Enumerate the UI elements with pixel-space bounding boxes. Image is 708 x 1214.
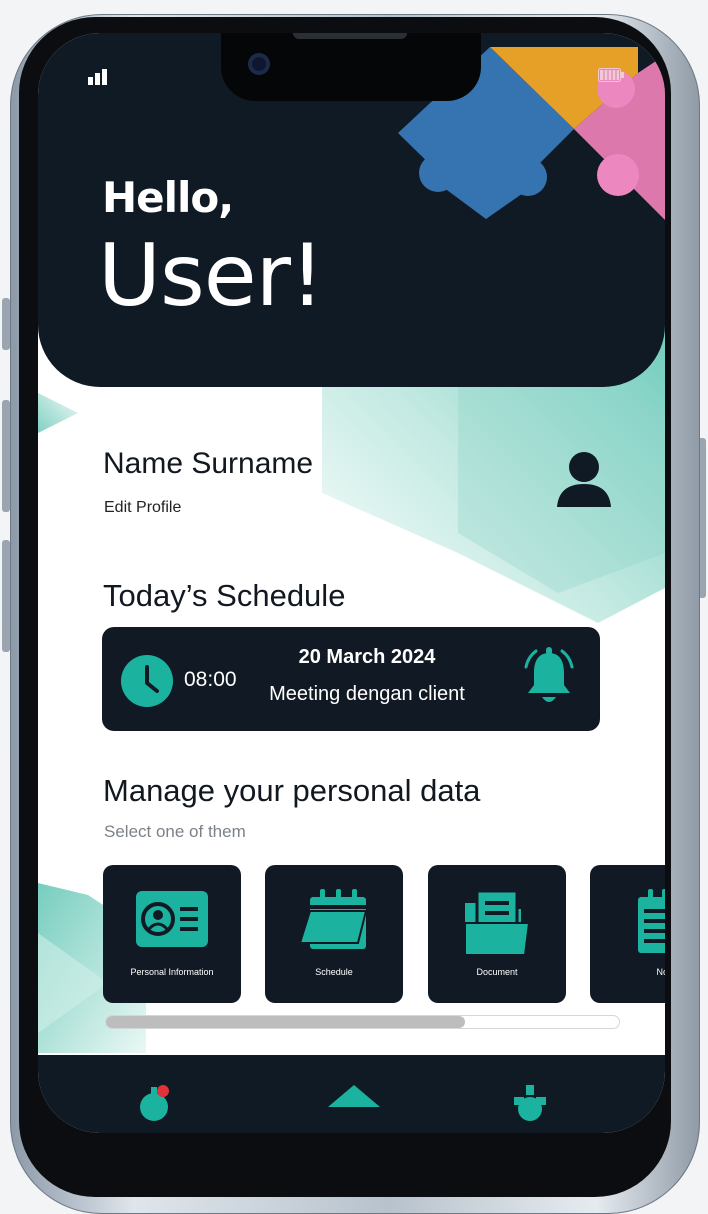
calendar-icon — [298, 889, 368, 949]
battery-icon — [598, 68, 624, 82]
card-personal-information[interactable]: Personal Information — [103, 865, 241, 1003]
card-label: Schedule — [315, 967, 353, 977]
app-screen: Hello, User! Name Surname Edit Profile T… — [38, 33, 665, 1133]
folder-icon — [464, 889, 531, 956]
greeting-line1: Hello, — [102, 173, 234, 222]
bottom-navigation — [38, 1055, 665, 1133]
home-icon[interactable] — [324, 1081, 384, 1121]
side-button — [2, 298, 10, 350]
personal-data-section-title: Manage your personal data — [103, 773, 481, 808]
schedule-card[interactable]: 08:00 20 March 2024 Meeting dengan clien… — [102, 627, 600, 731]
card-document[interactable]: Document — [428, 865, 566, 1003]
greeting-line2: User! — [98, 226, 324, 326]
personal-data-subtitle: Select one of them — [104, 822, 246, 841]
personal-data-cards: Personal Information Schedule Document N — [103, 865, 665, 1005]
cards-scrollbar[interactable] — [105, 1015, 620, 1029]
cards-scrollbar-thumb[interactable] — [106, 1016, 465, 1028]
settings-icon[interactable] — [510, 1081, 550, 1121]
card-label: Document — [476, 967, 518, 977]
edit-profile-link[interactable]: Edit Profile — [104, 499, 181, 517]
avatar-icon[interactable] — [555, 451, 613, 509]
schedule-section-title: Today’s Schedule — [103, 578, 346, 613]
card-label: Personal Information — [130, 967, 214, 977]
clock-icon — [121, 655, 173, 707]
signal-icon — [88, 69, 107, 85]
schedule-date: 20 March 2024 — [298, 646, 436, 668]
volume-down-button — [2, 540, 10, 652]
schedule-time: 08:00 — [184, 668, 237, 691]
bell-icon[interactable] — [522, 647, 576, 707]
volume-up-button — [2, 400, 10, 512]
id-card-icon — [136, 891, 208, 947]
notepad-icon — [638, 889, 665, 953]
card-schedule[interactable]: Schedule — [265, 865, 403, 1003]
speaker-grille — [293, 33, 407, 39]
schedule-title: Meeting dengan client — [269, 683, 465, 705]
notification-icon[interactable] — [134, 1081, 174, 1121]
card-notes[interactable]: No — [590, 865, 665, 1003]
camera — [248, 53, 270, 75]
card-label: No — [656, 967, 665, 977]
profile-name: Name Surname — [103, 447, 314, 480]
